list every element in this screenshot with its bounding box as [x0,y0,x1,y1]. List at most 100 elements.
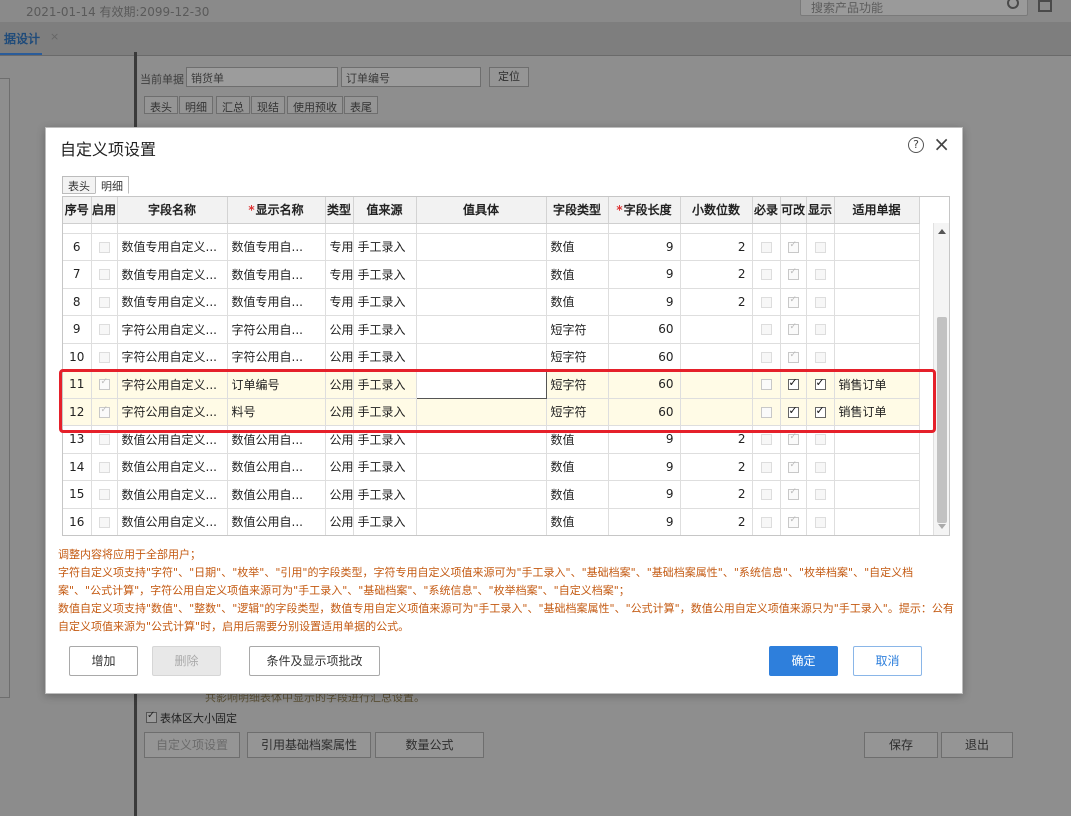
enable-checkbox[interactable] [98,516,110,528]
editable-checkbox[interactable] [787,487,799,501]
tab-detail[interactable]: 明细 [95,176,129,194]
detail-cell[interactable] [416,288,547,316]
display-name-cell[interactable]: 数值专用自... [227,260,326,289]
applies-cell[interactable]: 销售订单 [834,398,920,426]
applies-cell[interactable] [834,343,920,371]
source-cell[interactable]: 手工录入 [353,260,417,289]
show-checkbox[interactable] [814,324,826,336]
enable-checkbox[interactable] [98,269,110,281]
source-cell[interactable]: 手工录入 [353,370,417,399]
table-row[interactable]: 14 数值公用自定义... 数值公用自... 公用 手工录入 数值 9 2 [63,453,920,481]
column-header-field-length[interactable]: *字段长度 [608,197,681,224]
field-length-cell[interactable]: 60 [608,315,681,344]
editable-checkbox[interactable] [787,322,799,336]
column-header-required[interactable]: 必录 [752,197,781,224]
source-cell[interactable]: 手工录入 [353,508,417,535]
show-checkbox[interactable] [814,296,826,308]
enable-checkbox[interactable] [98,296,110,308]
current-doc-input[interactable]: 销货单 [186,67,338,87]
decimals-cell[interactable] [680,398,753,426]
show-checkbox[interactable] [814,376,826,391]
enable-checkbox[interactable] [98,489,110,501]
table-row[interactable]: 6 数值专用自定义... 数值专用自... 专用 手工录入 数值 9 2 [63,233,920,261]
applies-cell[interactable] [834,260,920,289]
tab-close-icon[interactable]: × [50,30,59,43]
field-length-cell[interactable]: 9 [608,260,681,289]
editable-checkbox[interactable] [787,376,799,391]
display-name-cell[interactable]: 数值公用自... [227,453,326,481]
scroll-up-icon[interactable] [938,229,946,234]
detail-cell[interactable] [416,315,547,344]
cancel-button[interactable]: 取消 [853,646,922,676]
detail-cell[interactable] [416,425,547,454]
enable-checkbox[interactable] [98,461,110,473]
delete-button[interactable]: 删除 [152,646,221,676]
scroll-thumb[interactable] [937,317,947,523]
applies-cell[interactable]: 销售订单 [834,370,920,399]
subtab-detail[interactable]: 明细 [179,96,213,114]
table-row[interactable]: 7 数值专用自定义... 数值专用自... 专用 手工录入 数值 9 2 [63,260,920,289]
search-icon[interactable] [1007,0,1019,9]
column-header-source[interactable]: 值来源 [353,197,417,224]
decimals-cell[interactable] [680,343,753,371]
editable-checkbox[interactable] [787,295,799,308]
decimals-cell[interactable]: 2 [680,453,753,481]
show-checkbox[interactable] [814,404,826,418]
field-length-cell[interactable]: 9 [608,480,681,509]
display-name-cell[interactable]: 数值公用自... [227,508,326,535]
batch-edit-button[interactable]: 条件及显示项批改 [249,646,380,676]
applies-cell[interactable] [834,480,920,509]
table-row[interactable]: 10 字符公用自定义... 字符公用自... 公用 手工录入 短字符 60 [63,343,920,371]
editable-checkbox[interactable] [787,350,799,363]
show-checkbox[interactable] [814,489,826,501]
applies-cell[interactable] [834,288,920,316]
table-row[interactable]: 12 字符公用自定义...料号公用手工录入 短字符60 销售订单 [63,398,920,426]
required-checkbox[interactable] [760,241,772,253]
subtab-summary[interactable]: 汇总 [216,96,250,114]
field-length-cell[interactable]: 9 [608,508,681,535]
column-header-type[interactable]: 类型 [325,197,354,224]
editable-checkbox[interactable] [787,404,799,418]
decimals-cell[interactable]: 2 [680,508,753,535]
field-length-cell[interactable]: 9 [608,233,681,261]
applies-cell[interactable] [834,508,920,535]
display-name-cell[interactable]: 数值公用自... [227,425,326,454]
source-cell[interactable]: 手工录入 [353,453,417,481]
required-checkbox[interactable] [760,516,772,528]
column-header-display-name[interactable]: *显示名称 [227,197,326,224]
field-length-cell[interactable]: 60 [608,398,681,426]
column-header-detail[interactable]: 值具体 [416,197,547,224]
show-checkbox[interactable] [814,461,826,473]
display-name-cell[interactable]: 订单编号 [227,370,326,399]
decimals-cell[interactable] [680,370,753,399]
decimals-cell[interactable]: 2 [680,480,753,509]
required-checkbox[interactable] [760,296,772,308]
editable-checkbox[interactable] [787,515,799,528]
display-name-cell[interactable]: 数值公用自... [227,480,326,509]
column-header-field-name[interactable]: 字段名称 [117,197,228,224]
subtab-cash[interactable]: 现结 [251,96,285,114]
locate-button[interactable]: 定位 [489,67,529,87]
subtab-prepaid[interactable]: 使用预收 [287,96,343,114]
show-checkbox[interactable] [814,516,826,528]
editable-checkbox[interactable] [787,267,799,281]
close-icon[interactable]: × [933,132,950,156]
tab-header[interactable]: 表头 [62,176,96,194]
column-header-editable[interactable]: 可改 [780,197,807,224]
enable-checkbox[interactable] [98,377,110,391]
reference-attr-button[interactable]: 引用基础档案属性 [247,732,371,758]
tab-document-design[interactable]: 据设计 [0,30,43,55]
applies-cell[interactable] [834,233,920,261]
table-row[interactable]: 11 字符公用自定义...订单编号公用手工录入 短字符60 销售订单 [63,370,920,399]
decimals-cell[interactable]: 2 [680,233,753,261]
display-name-cell[interactable]: 数值专用自... [227,288,326,316]
required-checkbox[interactable] [760,406,772,418]
subtab-header[interactable]: 表头 [144,96,178,114]
display-name-cell[interactable]: 料号 [227,398,326,426]
column-header-seq[interactable]: 序号 [63,197,92,224]
detail-cell[interactable] [416,398,547,426]
enable-checkbox[interactable] [98,351,110,363]
fixed-size-checkbox[interactable] [146,710,157,723]
source-cell[interactable]: 手工录入 [353,315,417,344]
applies-cell[interactable] [834,453,920,481]
